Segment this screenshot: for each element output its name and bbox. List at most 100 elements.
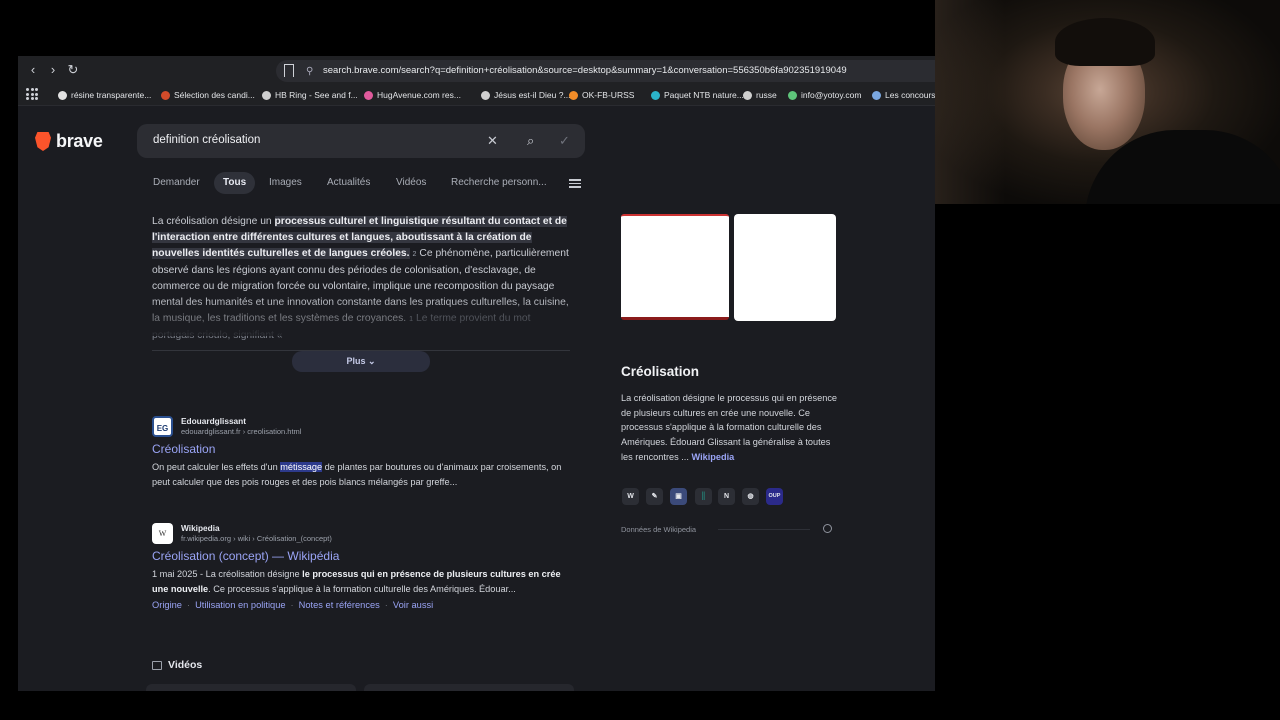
knowledge-panel-footer: Données de Wikipedia [621,525,697,534]
sublink-voir-aussi[interactable]: Voir aussi [393,600,433,610]
bookmark-item[interactable]: info@yotoy.com [788,88,861,102]
site-favicon: EG [152,416,173,437]
search-icon[interactable]: ⌕ [527,133,534,149]
bookmark-favicon-icon [872,90,881,100]
knowledge-panel-image[interactable] [621,214,729,320]
result-site-name[interactable]: Wikipedia [181,523,220,533]
reload-icon[interactable]: ↻ [66,63,80,77]
source-icon-globe[interactable]: ◍ [742,488,759,505]
source-icon[interactable]: ✎ [646,488,663,505]
result-title-link[interactable]: Créolisation (concept) — Wikipédia [152,549,339,563]
browser-toolbar: ‹ › ↻ ⚲ search.brave.com/search?q=defini… [18,56,935,84]
bookmark-favicon-icon [651,90,660,100]
bookmark-item[interactable]: Paquet NTB nature... [651,88,744,102]
bookmark-label: Jésus est-il Dieu ?... [494,90,571,100]
source-icon[interactable]: ║ [695,488,712,505]
bookmark-label: russe [756,90,777,100]
bookmark-label: HugAvenue.com res... [377,90,461,100]
result-site-name[interactable]: Edouardglissant [181,416,246,426]
source-icon-oup[interactable]: OUP [766,488,783,505]
result-sublinks: Origine · Utilisation en politique · Notes e… [152,600,434,610]
wikipedia-link[interactable]: Wikipedia [691,452,734,462]
videos-heading-label: Vidéos [168,659,203,671]
tab-tous[interactable]: Tous [214,172,256,194]
bookmark-label: HB Ring - See and f... [275,90,358,100]
bookmark-favicon-icon [262,90,271,100]
source-icon[interactable]: ▣ [670,488,687,505]
site-favicon: W [152,523,173,544]
video-icon [152,660,162,670]
bookmark-favicon-icon [569,90,578,100]
video-card[interactable] [146,684,356,691]
feedback-icon[interactable] [823,524,832,533]
bookmark-favicon-icon [481,90,490,100]
source-icon[interactable]: N [718,488,735,505]
chevron-down-icon: ⌄ [367,356,376,366]
citation-badge[interactable]: 2 [413,251,417,258]
tab-images[interactable]: Images [269,172,302,194]
divider [718,529,810,530]
tab-videos[interactable]: Vidéos [396,172,426,194]
bookmark-favicon-icon [161,90,170,100]
back-icon[interactable]: ‹ [26,63,40,77]
bookmark-label: Les concours [885,90,935,100]
videos-section-heading: Vidéos [152,659,202,671]
site-info-icon[interactable]: ⚲ [306,66,313,77]
bookmark-favicon-icon [788,90,797,100]
search-input[interactable]: definition créolisation [153,134,260,146]
bookmark-item[interactable]: Les concours [872,88,935,102]
person-hair [1055,18,1155,66]
address-bar[interactable]: ⚲ search.brave.com/search?q=definition+c… [276,60,935,82]
apps-grid-icon[interactable] [26,88,38,100]
bookmark-label: Sélection des candi... [174,90,255,100]
bookmark-favicon-icon [364,90,373,100]
bookmark-item[interactable]: HugAvenue.com res... [364,88,461,102]
knowledge-panel-description: La créolisation désigne le processus qui… [621,393,838,462]
sublink-origine[interactable]: Origine [152,600,182,610]
result-snippet: On peut calculer les effets d'un métissa… [152,462,562,487]
summary-fade-overlay [152,296,572,336]
bookmark-label: OK-FB-URSS [582,90,635,100]
bookmark-favicon-icon [743,90,752,100]
bookmark-item[interactable]: HB Ring - See and f... [262,88,358,102]
forward-icon[interactable]: › [46,63,60,77]
bookmark-item[interactable]: Jésus est-il Dieu ?... [481,88,571,102]
summary-lead: La créolisation désigne un [152,216,275,227]
brave-lion-icon [35,132,51,151]
screen: ‹ › ↻ ⚲ search.brave.com/search?q=defini… [0,0,1280,720]
video-card[interactable] [364,684,574,691]
clear-icon[interactable]: ✕ [487,133,498,149]
more-label: Plus [346,356,366,366]
search-box[interactable]: definition créolisation ✕ ⌕ ✓ [137,124,585,158]
result-title-link[interactable]: Créolisation [152,442,215,456]
bookmark-item[interactable]: résine transparente... [58,88,151,102]
bookmarks-bar: résine transparente... Sélection des cand… [18,84,935,106]
knowledge-panel-image[interactable] [734,214,836,321]
filter-settings-icon[interactable] [569,177,581,189]
bookmark-label: Paquet NTB nature... [664,90,744,100]
url-text[interactable]: search.brave.com/search?q=definition+cré… [323,65,847,76]
bookmark-icon[interactable] [284,64,294,77]
tab-recherche-personnalisee[interactable]: Recherche personn... [451,172,551,194]
bookmark-item[interactable]: Sélection des candi... [161,88,255,102]
bookmark-item[interactable]: russe [743,88,777,102]
brand-name: brave [56,131,103,151]
browser-window: ‹ › ↻ ⚲ search.brave.com/search?q=defini… [18,56,935,691]
more-button[interactable]: Plus ⌄ [292,351,430,372]
result-url[interactable]: edouardglissant.fr › creolisation.html [181,427,301,436]
sublink-utilisation[interactable]: Utilisation en politique [195,600,285,610]
knowledge-panel-title: Créolisation [621,364,700,379]
tab-actualites[interactable]: Actualités [327,172,370,194]
search-page: brave definition créolisation ✕ ⌕ ✓ Dema… [18,106,935,691]
bookmark-favicon-icon [58,90,67,100]
source-icon-wikipedia[interactable]: W [622,488,639,505]
webcam-overlay [935,0,1280,204]
bookmark-item[interactable]: OK-FB-URSS [569,88,634,102]
submit-check-icon[interactable]: ✓ [559,133,570,149]
sublink-notes[interactable]: Notes et références [299,600,380,610]
search-tabs: Demander Tous Images Actualités Vidéos R… [153,172,583,194]
result-url[interactable]: fr.wikipedia.org › wiki › Créolisation_(… [181,534,332,543]
bookmark-label: info@yotoy.com [801,90,862,100]
brave-logo[interactable]: brave [35,131,103,152]
tab-demander[interactable]: Demander [153,172,200,194]
